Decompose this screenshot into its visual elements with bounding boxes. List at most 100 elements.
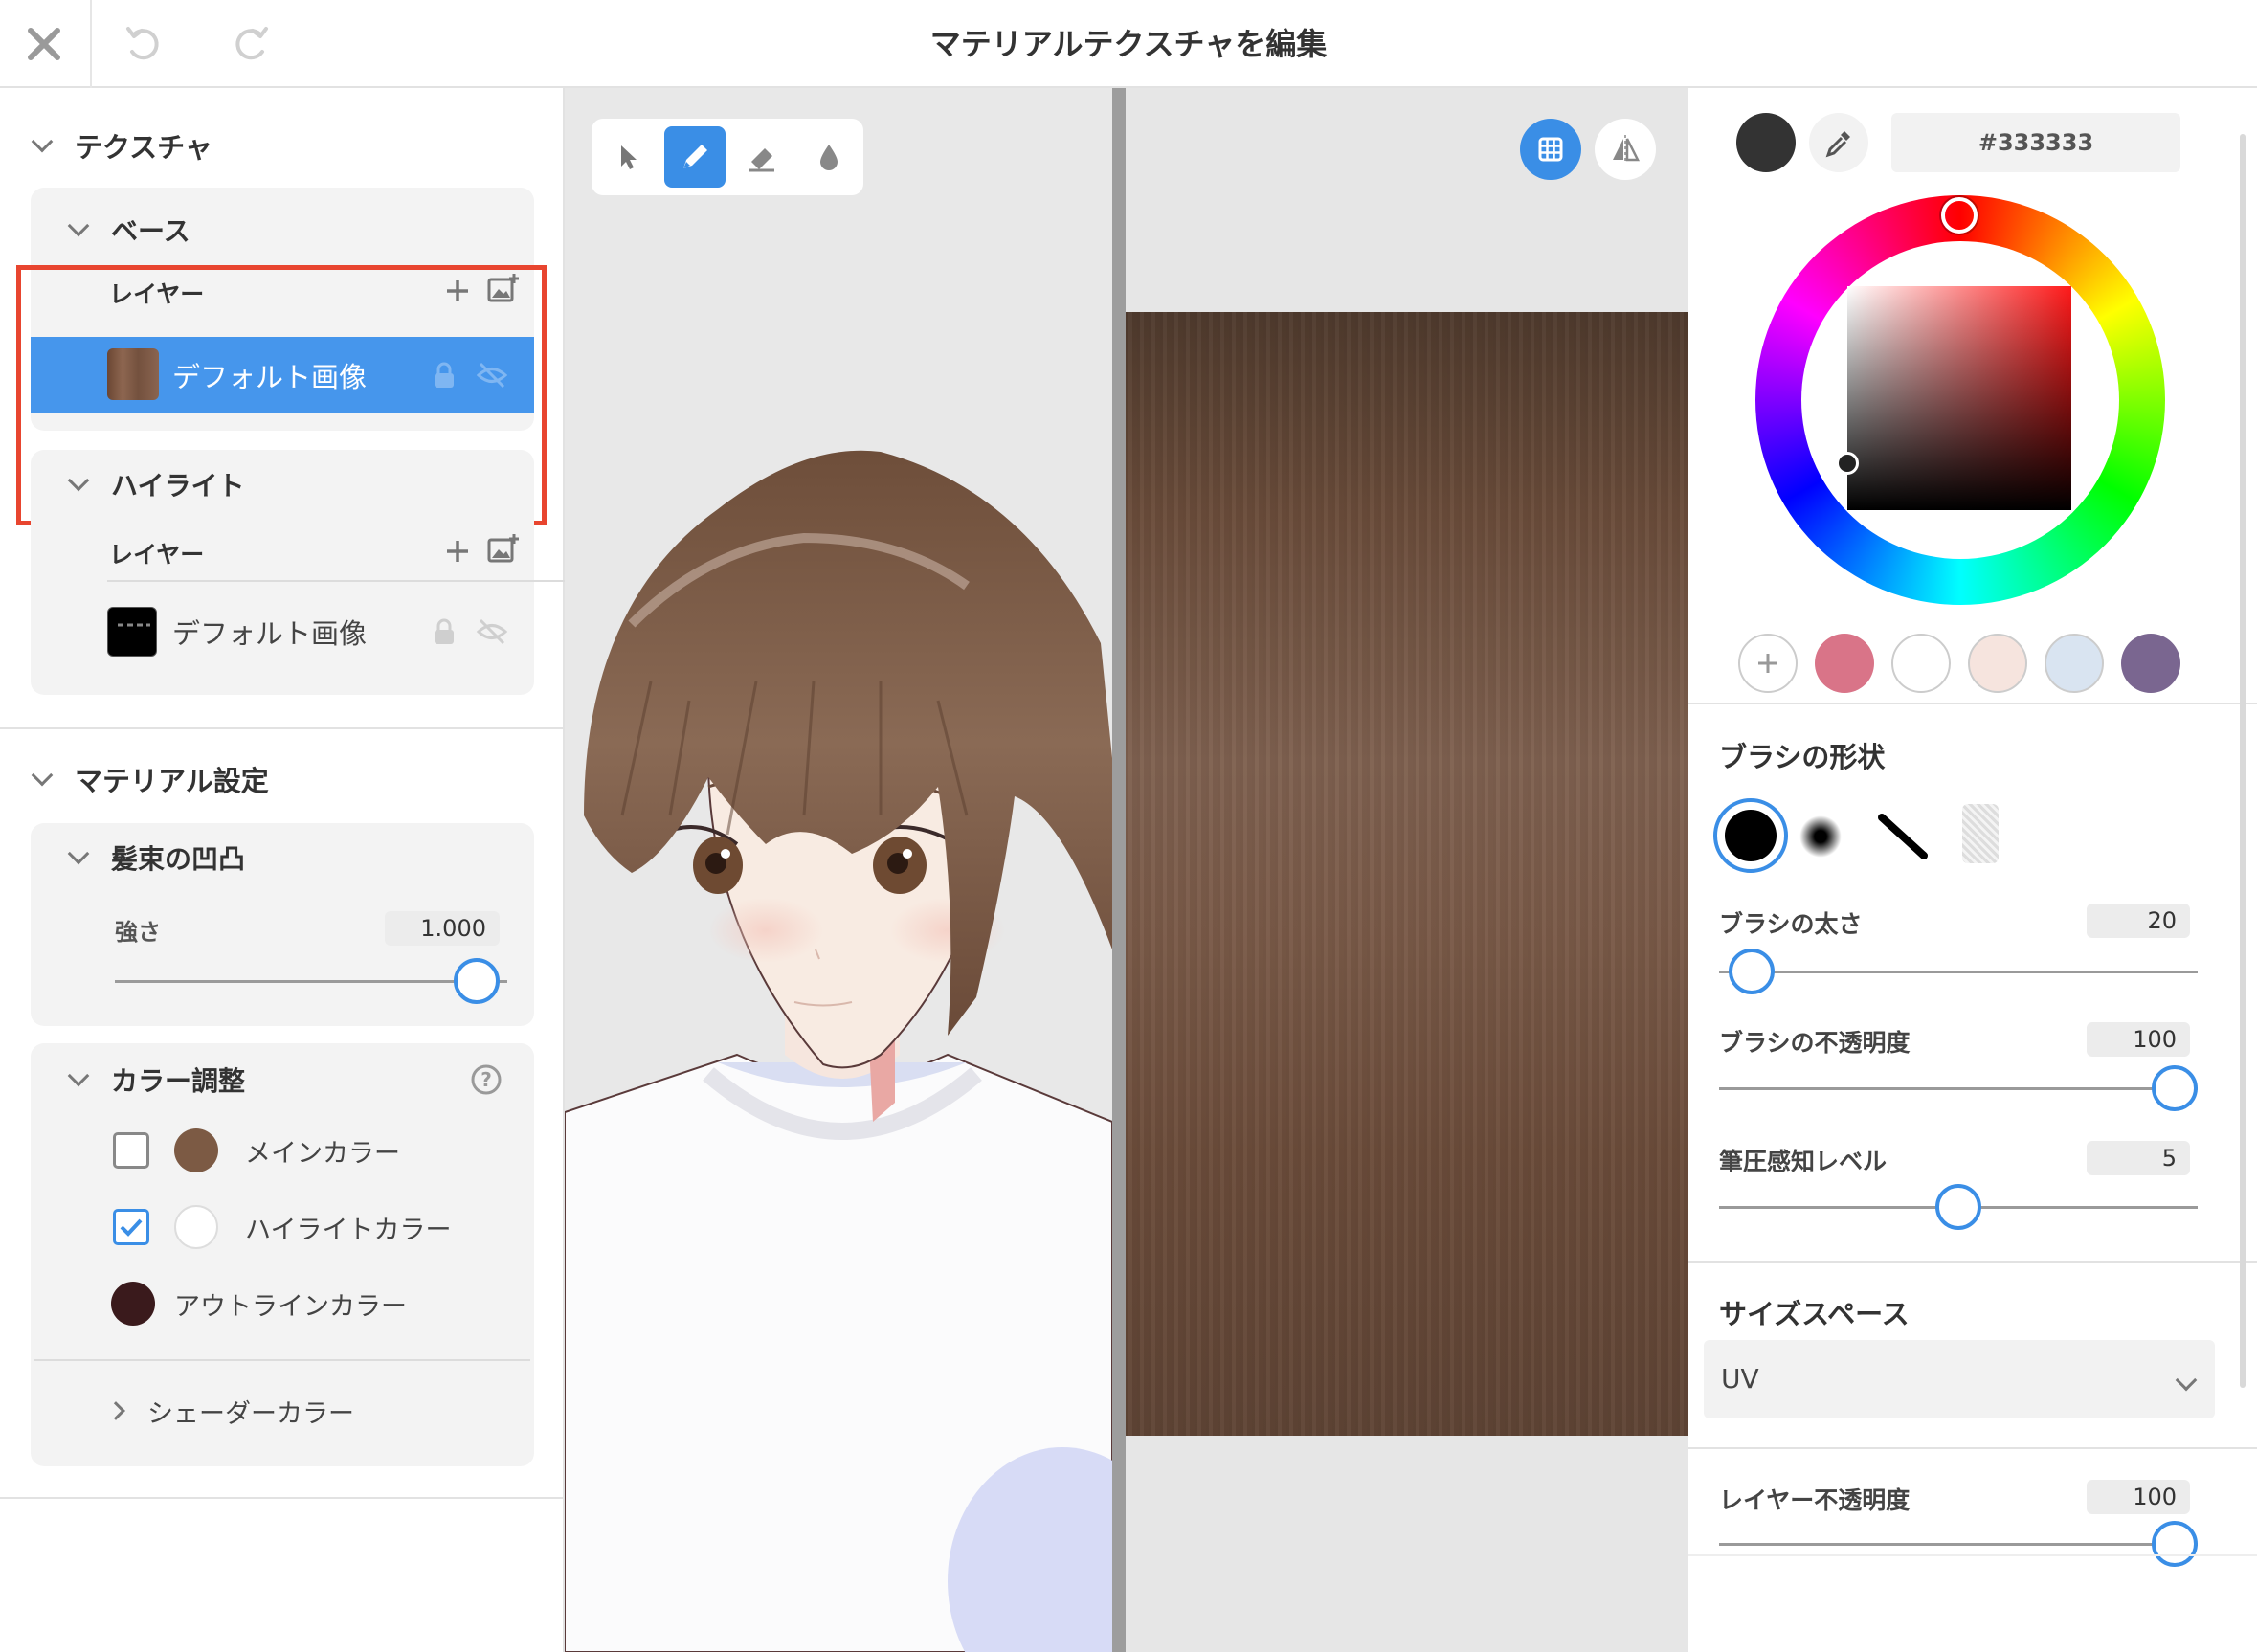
grid-toggle-button[interactable] [1520, 119, 1581, 180]
brush-size-label: ブラシの太さ [1719, 910, 1863, 938]
highlight-header[interactable]: ハイライト [67, 463, 245, 505]
eraser-tool[interactable] [731, 126, 793, 188]
chevron-down-icon [2175, 1369, 2198, 1392]
texture-brush-icon[interactable] [1962, 804, 1999, 863]
highlight-layer-row[interactable]: デフォルト画像 [31, 593, 534, 670]
brush-shape-hard[interactable] [1713, 798, 1788, 873]
preset-swatch[interactable] [2045, 634, 2104, 693]
undo-button[interactable] [117, 17, 170, 71]
add-image-icon [487, 534, 519, 563]
brush-opacity-slider-knob[interactable] [2152, 1065, 2198, 1111]
saturation-value-square[interactable] [1847, 286, 2071, 510]
brush-shape-title: ブラシの形状 [1719, 741, 1886, 773]
select-tool[interactable] [597, 126, 659, 188]
pressure-field[interactable]: 5 [2087, 1141, 2190, 1175]
chevron-down-icon [31, 764, 54, 787]
preset-swatch[interactable] [2121, 634, 2180, 693]
right-panel: #333333 ブラシの形状 ブラシの太さ 20 ブラシの不透明度 100 筆圧… [1688, 88, 2257, 1652]
highlight-color-label: ハイライトカラー [245, 1215, 452, 1245]
view-splitter[interactable] [1112, 88, 1126, 1652]
main-color-checkbox[interactable] [113, 1132, 149, 1169]
soft-brush-icon[interactable] [1799, 815, 1842, 858]
add-layer-button[interactable] [438, 532, 477, 570]
line-brush-icon[interactable] [1876, 812, 1930, 861]
divider [1688, 703, 2257, 704]
3d-viewport[interactable] [565, 88, 1112, 1652]
current-color-swatch[interactable] [1736, 113, 1796, 172]
layer-opacity-label: レイヤー不透明度 [1719, 1486, 1911, 1514]
divider [1688, 1261, 2257, 1263]
highlight-color-swatch[interactable] [174, 1205, 218, 1249]
brush-size-slider-knob[interactable] [1729, 949, 1775, 994]
svg-text:?: ? [480, 1068, 492, 1091]
redo-icon [235, 27, 268, 60]
layer-opacity-field[interactable]: 100 [2087, 1480, 2190, 1514]
left-panel: テクスチャ ベース レイヤー デフォルト画像 ハイライト レイヤー デフォルト画… [0, 88, 565, 1652]
divider [1688, 1554, 2257, 1556]
brush-size-slider-track[interactable] [1719, 971, 2198, 973]
chevron-down-icon [31, 130, 54, 153]
top-bar: マテリアルテクスチャを編集 [0, 0, 2257, 88]
color-adjust-title: カラー調整 [111, 1065, 246, 1097]
fill-tool[interactable] [798, 126, 860, 188]
preset-swatch[interactable] [1815, 634, 1874, 693]
divider [34, 1359, 530, 1361]
preset-swatch[interactable] [1968, 634, 2027, 693]
brush-opacity-slider-track[interactable] [1719, 1087, 2198, 1090]
add-image-layer-button[interactable] [484, 530, 523, 569]
base-title: ベース [111, 215, 190, 247]
mirror-toggle-button[interactable] [1595, 119, 1656, 180]
pressure-slider-knob[interactable] [1935, 1184, 1981, 1230]
uv-texture-viewport[interactable] [1126, 88, 1688, 1652]
sv-picker-handle[interactable] [1836, 452, 1859, 475]
shader-color-toggle[interactable]: シェーダーカラー [106, 1392, 354, 1430]
divider [0, 727, 565, 729]
main-color-row[interactable]: メインカラー [113, 1124, 400, 1177]
divider [107, 580, 565, 582]
texture-section-header[interactable]: テクスチャ [31, 123, 212, 168]
strength-slider-track[interactable] [115, 980, 507, 983]
check-icon [120, 1218, 143, 1237]
visibility-off-icon[interactable] [473, 613, 511, 651]
color-adjust-header[interactable]: カラー調整 [67, 1059, 246, 1101]
eyedropper-button[interactable] [1809, 113, 1868, 172]
help-button[interactable]: ? [467, 1060, 505, 1099]
droplet-icon [820, 145, 838, 170]
hair-texture-image[interactable] [1126, 312, 1688, 1436]
bump-header[interactable]: 髪束の凹凸 [67, 837, 245, 879]
close-button[interactable] [13, 13, 75, 75]
chevron-down-icon [67, 214, 90, 237]
hue-picker-handle[interactable] [1941, 197, 1978, 234]
lock-icon[interactable] [425, 613, 463, 651]
eraser-icon [749, 148, 774, 172]
close-icon [28, 28, 60, 60]
right-panel-scrollbar[interactable] [2240, 134, 2246, 1388]
outline-color-swatch[interactable] [111, 1282, 155, 1326]
texture-section-title: テクスチャ [75, 131, 212, 164]
preset-swatch[interactable] [1891, 634, 1951, 693]
layer-opacity-slider-knob[interactable] [2152, 1521, 2198, 1567]
add-preset-button[interactable] [1738, 634, 1798, 693]
layer-opacity-slider-track[interactable] [1719, 1543, 2198, 1546]
size-space-select[interactable]: UV [1704, 1340, 2215, 1418]
strength-slider-knob[interactable] [454, 958, 500, 1004]
pen-tool[interactable] [664, 126, 726, 188]
highlight-title: ハイライト [111, 470, 245, 502]
highlight-color-row[interactable]: ハイライトカラー [113, 1200, 451, 1254]
brush-size-field[interactable]: 20 [2087, 904, 2190, 938]
hex-color-input[interactable]: #333333 [1891, 113, 2180, 172]
highlight-card: ハイライト レイヤー デフォルト画像 [31, 450, 565, 695]
pressure-label: 筆圧感知レベル [1719, 1148, 1888, 1175]
material-section-header[interactable]: マテリアル設定 [31, 756, 269, 802]
redo-button[interactable] [224, 17, 278, 71]
outline-color-row[interactable]: アウトラインカラー [111, 1277, 407, 1330]
brush-opacity-field[interactable]: 100 [2087, 1022, 2190, 1057]
main-color-swatch[interactable] [174, 1128, 218, 1172]
highlight-color-checkbox[interactable] [113, 1209, 149, 1245]
mirror-icon [1613, 135, 1641, 164]
pencil-icon [683, 145, 707, 168]
strength-value-field[interactable]: 1.000 [385, 911, 500, 946]
base-header[interactable]: ベース [67, 209, 190, 251]
brush-opacity-label: ブラシの不透明度 [1719, 1029, 1911, 1057]
color-adjust-card: カラー調整 ? メインカラー ハイライトカラー アウトラインカラー シェーダーカ… [31, 1043, 534, 1466]
